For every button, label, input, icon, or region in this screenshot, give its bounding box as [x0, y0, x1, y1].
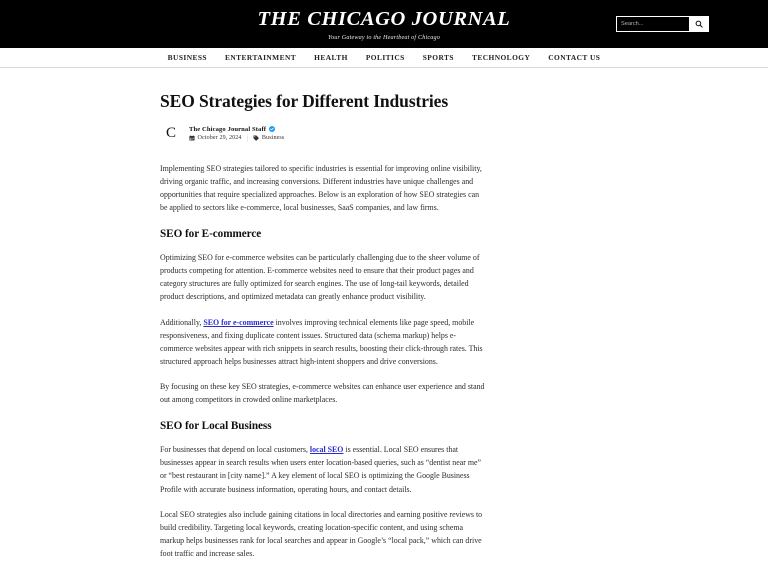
primary-navigation[interactable]: BUSINESS ENTERTAINMENT HEALTH POLITICS S… — [0, 48, 768, 68]
avatar: C — [165, 125, 176, 142]
ecommerce-p2-before: Additionally, — [160, 317, 204, 327]
author-name[interactable]: The Chicago Journal Staff — [189, 126, 266, 133]
section-heading-ecommerce: SEO for E-commerce — [160, 228, 262, 241]
ecommerce-paragraph-3: By focusing on these key SEO strategies,… — [160, 381, 485, 405]
search-bar[interactable] — [616, 16, 709, 32]
category-tag[interactable]: Business — [253, 135, 284, 142]
calendar-icon — [189, 135, 195, 141]
nav-item-politics[interactable]: POLITICS — [366, 53, 405, 62]
nav-item-technology[interactable]: TECHNOLOGY — [472, 53, 530, 62]
category-text[interactable]: Business — [262, 135, 284, 141]
tag-icon — [253, 135, 260, 142]
local-paragraph-1: For businesses that depend on local cust… — [160, 443, 486, 495]
verified-badge-icon — [269, 126, 276, 133]
intro-paragraph: Implementing SEO strategies tailored to … — [160, 163, 482, 212]
search-icon — [695, 20, 703, 28]
article-container: SEO Strategies for Different Industries … — [160, 68, 486, 560]
local-paragraph-2: Local SEO strategies also include gainin… — [160, 509, 483, 558]
article-meta: October 29, 2024 | Business — [189, 135, 284, 142]
link-local-seo[interactable]: local SEO — [310, 445, 344, 454]
section-heading-local-business: SEO for Local Business — [160, 420, 272, 433]
site-tagline: Your Gateway to the Heartbeat of Chicago — [328, 34, 440, 42]
ecommerce-paragraph-2: Additionally, SEO for e-commerce involve… — [160, 316, 486, 368]
nav-item-sports[interactable]: SPORTS — [423, 53, 454, 62]
author-row: The Chicago Journal Staff — [189, 126, 284, 133]
brand-block: THE CHICAGO JOURNAL Your Gateway to the … — [258, 7, 511, 42]
nav-item-entertainment[interactable]: ENTERTAINMENT — [225, 53, 296, 62]
byline-text: The Chicago Journal Staff October 29, 20… — [189, 126, 284, 142]
local-p1-before: For businesses that depend on local cust… — [160, 445, 310, 455]
link-seo-for-ecommerce[interactable]: SEO for e-commerce — [203, 318, 273, 327]
nav-item-business[interactable]: BUSINESS — [168, 53, 207, 62]
site-title[interactable]: THE CHICAGO JOURNAL — [258, 8, 511, 31]
ecommerce-paragraph-1: Optimizing SEO for e-commerce websites c… — [160, 253, 480, 302]
search-input[interactable] — [617, 17, 689, 31]
page-title: SEO Strategies for Different Industries — [160, 91, 449, 111]
meta-separator: | — [246, 134, 248, 142]
publish-date: October 29, 2024 — [189, 135, 242, 141]
search-submit-button[interactable] — [689, 17, 708, 31]
nav-item-health[interactable]: HEALTH — [314, 53, 348, 62]
nav-item-contact-us[interactable]: CONTACT US — [548, 53, 600, 62]
site-masthead: THE CHICAGO JOURNAL Your Gateway to the … — [0, 0, 768, 48]
publish-date-text: October 29, 2024 — [197, 135, 242, 142]
byline: C The Chicago Journal Staff October 29, … — [160, 123, 486, 145]
article-body: Implementing SEO strategies tailored to … — [160, 162, 486, 560]
